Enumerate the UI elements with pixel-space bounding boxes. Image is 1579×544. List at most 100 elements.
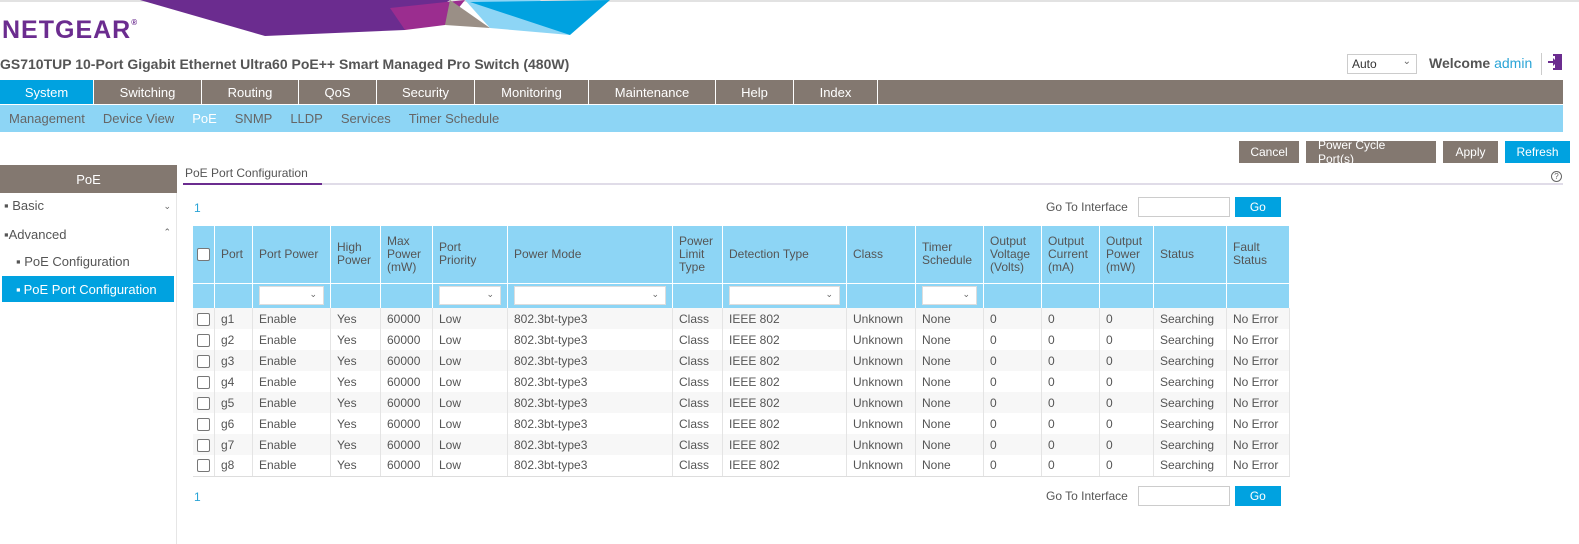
main-nav-routing[interactable]: Routing bbox=[202, 80, 299, 104]
cell-max-power: 60000 bbox=[380, 413, 433, 434]
logout-icon[interactable] bbox=[1547, 53, 1563, 71]
help-icon[interactable]: ? bbox=[1551, 171, 1562, 182]
col-output-current: Output Current (mA) bbox=[1041, 226, 1100, 283]
go-button[interactable]: Go bbox=[1234, 486, 1281, 506]
sidebar-item-poe-port-configuration-label: PoE Port Configuration bbox=[23, 281, 157, 297]
filter-cell bbox=[1226, 282, 1290, 308]
sub-nav-device-view[interactable]: Device View bbox=[103, 111, 174, 126]
cell-output-current: 0 bbox=[1041, 413, 1100, 434]
pagination-page-1-top[interactable]: 1 bbox=[194, 201, 201, 215]
table-row: g4 Enable Yes 60000 Low 802.3bt-type3 Class IEE… bbox=[193, 371, 1290, 392]
goto-interface-input[interactable] bbox=[1137, 486, 1230, 506]
cell-class: Unknown bbox=[846, 371, 916, 392]
row-checkbox[interactable] bbox=[197, 375, 210, 389]
port-priority-filter-select[interactable]: ⌄ bbox=[439, 286, 501, 306]
main-nav-help[interactable]: Help bbox=[716, 80, 794, 104]
go-button[interactable]: Go bbox=[1234, 197, 1281, 217]
col-port-priority: Port Priority bbox=[432, 226, 508, 283]
language-select[interactable]: Auto ⌄ bbox=[1347, 54, 1417, 74]
sidebar-item-poe-configuration[interactable]: ▪ PoE Configuration bbox=[16, 254, 130, 269]
table-row: g7 Enable Yes 60000 Low 802.3bt-type3 Class IEE… bbox=[193, 434, 1290, 455]
cell-power-mode: 802.3bt-type3 bbox=[507, 329, 673, 350]
detection-type-filter-select[interactable]: ⌄ bbox=[729, 286, 840, 306]
select-all-checkbox[interactable] bbox=[197, 247, 210, 261]
cell-port-priority: Low bbox=[432, 455, 508, 477]
timer-schedule-filter-select[interactable]: ⌄ bbox=[922, 286, 977, 306]
power-mode-filter-select[interactable]: ⌄ bbox=[514, 286, 666, 306]
row-checkbox[interactable] bbox=[197, 312, 210, 326]
row-checkbox[interactable] bbox=[197, 438, 210, 452]
sub-nav-timer-schedule[interactable]: Timer Schedule bbox=[409, 111, 500, 126]
cell-max-power: 60000 bbox=[380, 455, 433, 477]
chevron-down-icon: ⌄ bbox=[651, 289, 659, 300]
table-row: g8 Enable Yes 60000 Low 802.3bt-type3 Class IEE… bbox=[193, 455, 1290, 477]
main-nav-monitoring[interactable]: Monitoring bbox=[475, 80, 589, 104]
cell-output-current: 0 bbox=[1041, 392, 1100, 413]
pagination-page-1-bottom[interactable]: 1 bbox=[194, 490, 201, 504]
cell-detection-type: IEEE 802 bbox=[722, 308, 847, 329]
filter-cell: ⌄ bbox=[432, 282, 508, 308]
main-nav-maintenance[interactable]: Maintenance bbox=[589, 80, 716, 104]
goto-interface-input[interactable] bbox=[1137, 197, 1230, 217]
row-checkbox[interactable] bbox=[197, 333, 210, 347]
cell-power-limit-type: Class bbox=[672, 329, 723, 350]
main-nav-security[interactable]: Security bbox=[377, 80, 475, 104]
filter-cell: ⌄ bbox=[915, 282, 984, 308]
row-checkbox[interactable] bbox=[197, 417, 210, 431]
cell-fault-status: No Error bbox=[1226, 371, 1290, 392]
section-tab-title[interactable]: PoE Port Configuration bbox=[185, 166, 308, 180]
row-checkbox[interactable] bbox=[197, 354, 210, 368]
cell-output-power: 0 bbox=[1099, 308, 1154, 329]
cell-class: Unknown bbox=[846, 413, 916, 434]
cell-power-limit-type: Class bbox=[672, 392, 723, 413]
col-detection-type: Detection Type bbox=[722, 226, 847, 283]
port-power-filter-select[interactable]: ⌄ bbox=[259, 286, 324, 306]
cell-detection-type: IEEE 802 bbox=[722, 392, 847, 413]
filter-cell: ⌄ bbox=[722, 282, 847, 308]
sidebar-item-poe-port-configuration[interactable]: ▪ PoE Port Configuration bbox=[2, 276, 174, 302]
apply-button[interactable]: Apply bbox=[1443, 141, 1498, 163]
refresh-button[interactable]: Refresh bbox=[1505, 141, 1570, 163]
sub-nav-services[interactable]: Services bbox=[341, 111, 391, 126]
col-timer-schedule: Timer Schedule bbox=[915, 226, 984, 283]
cell-max-power: 60000 bbox=[380, 350, 433, 371]
cell-port-power: Enable bbox=[252, 413, 331, 434]
cell-timer-schedule: None bbox=[915, 329, 984, 350]
cell-port: g2 bbox=[214, 329, 253, 350]
username-link[interactable]: admin bbox=[1494, 55, 1532, 71]
sub-nav-management[interactable]: Management bbox=[9, 111, 85, 126]
cell-port-power: Enable bbox=[252, 308, 331, 329]
main-nav-qos[interactable]: QoS bbox=[299, 80, 377, 104]
filter-cell bbox=[672, 282, 723, 308]
cell-port-power: Enable bbox=[252, 371, 331, 392]
sub-nav-lldp[interactable]: LLDP bbox=[290, 111, 323, 126]
col-port-power: Port Power bbox=[252, 226, 331, 283]
cell-power-limit-type: Class bbox=[672, 371, 723, 392]
cell-status: Searching bbox=[1153, 329, 1227, 350]
cell-port-power: Enable bbox=[252, 329, 331, 350]
welcome-label: Welcome bbox=[1429, 55, 1491, 71]
product-title: GS710TUP 10-Port Gigabit Ethernet Ultra6… bbox=[0, 56, 570, 72]
sidebar-item-basic[interactable]: ▪ Basic ⌄ bbox=[4, 198, 177, 213]
cancel-button[interactable]: Cancel bbox=[1239, 141, 1299, 163]
power-cycle-ports-button[interactable]: Power Cycle Port(s) bbox=[1306, 138, 1436, 166]
row-select-cell bbox=[193, 350, 215, 371]
sidebar-title: PoE bbox=[0, 165, 177, 193]
logo-registered-mark: ® bbox=[131, 18, 139, 27]
cell-port-power: Enable bbox=[252, 350, 331, 371]
cell-power-limit-type: Class bbox=[672, 434, 723, 455]
language-select-value: Auto bbox=[1352, 57, 1377, 71]
sub-nav-poe[interactable]: PoE bbox=[192, 111, 217, 126]
sidebar-item-advanced[interactable]: ▪Advanced ⌃ bbox=[4, 227, 177, 242]
cell-timer-schedule: None bbox=[915, 308, 984, 329]
main-nav-switching[interactable]: Switching bbox=[94, 80, 202, 104]
main-nav-system[interactable]: System bbox=[0, 80, 94, 104]
row-checkbox[interactable] bbox=[197, 396, 210, 410]
main-nav-index[interactable]: Index bbox=[794, 80, 878, 104]
sub-nav-snmp[interactable]: SNMP bbox=[235, 111, 273, 126]
row-checkbox[interactable] bbox=[197, 459, 210, 473]
cell-power-mode: 802.3bt-type3 bbox=[507, 392, 673, 413]
filter-cell bbox=[983, 282, 1042, 308]
cell-timer-schedule: None bbox=[915, 455, 984, 477]
cell-high-power: Yes bbox=[330, 455, 381, 477]
